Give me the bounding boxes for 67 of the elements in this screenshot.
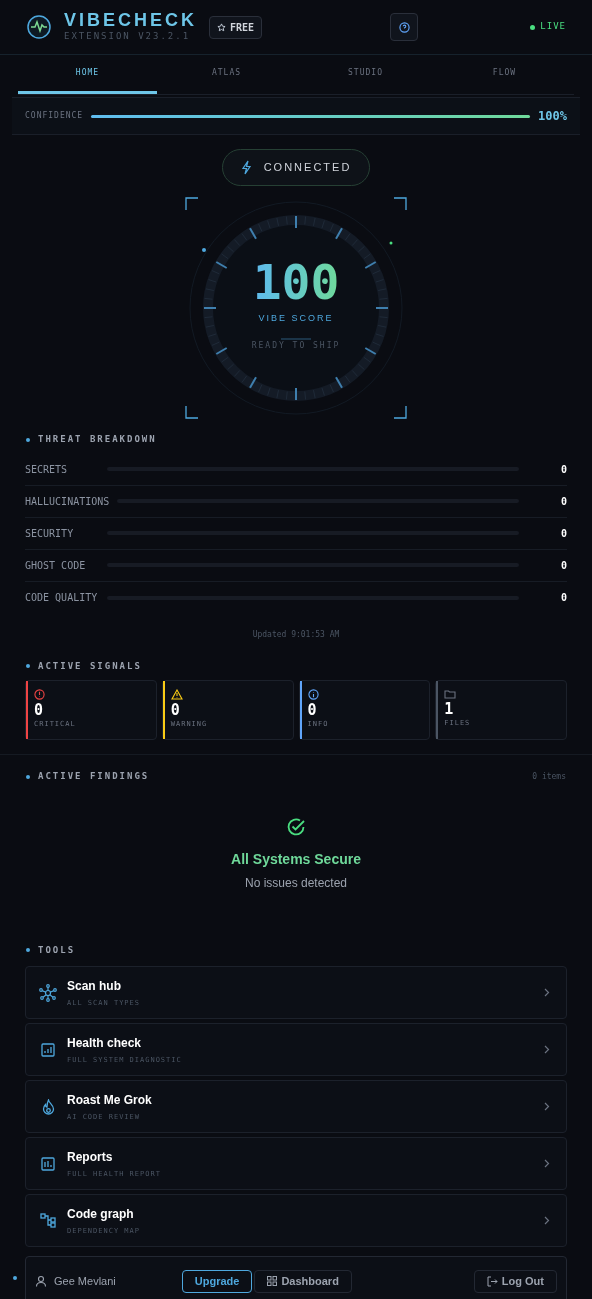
- section-title: ACTIVE SIGNALS: [38, 659, 142, 673]
- score-caption: READY TO SHIP: [251, 339, 341, 352]
- plan-badge: FREE: [209, 15, 263, 39]
- bar-chart-icon: [41, 1156, 55, 1171]
- findings-count: 0 items: [532, 770, 566, 783]
- help-button[interactable]: [390, 13, 419, 41]
- logout-icon: [486, 1275, 498, 1287]
- threat-count: 0: [559, 462, 567, 477]
- live-status: LIVE: [540, 20, 566, 34]
- tool-title: Roast Me Grok: [67, 1091, 153, 1109]
- folder-icon: [444, 689, 457, 699]
- section-title: THREAT BREAKDOWN: [38, 433, 157, 446]
- threat-count: 0: [559, 591, 567, 605]
- user-icon: [35, 1275, 47, 1287]
- nav-tab[interactable]: ATLAS: [157, 55, 296, 94]
- threat-label: SECRETS: [25, 462, 69, 477]
- chevron-right-icon: [544, 1045, 550, 1054]
- threat-label: CODE QUALITY: [25, 591, 99, 605]
- tool-title: Scan hub: [67, 977, 122, 995]
- updated-time: Updated 9:01:53 AM: [252, 629, 340, 639]
- threat-label: GHOST CODE: [25, 558, 87, 573]
- nav-tab[interactable]: STUDIO: [296, 55, 435, 94]
- app-title: VIBECHECK: [64, 10, 197, 31]
- logo-icon: [26, 14, 52, 40]
- chevron-right-icon: [544, 1159, 550, 1168]
- info-icon: [307, 689, 319, 700]
- hierarchy-icon: [40, 1213, 56, 1228]
- signal-count: 0: [170, 702, 181, 719]
- warning-icon: [170, 689, 183, 700]
- check-circle-icon: [286, 816, 306, 837]
- empty-state-title: All Systems Secure: [231, 849, 361, 869]
- chevron-right-icon: [544, 1216, 550, 1225]
- tool-title: Health check: [67, 1034, 143, 1052]
- alert-circle-icon: [34, 689, 45, 700]
- threat-count: 0: [559, 494, 567, 509]
- chevron-right-icon: [544, 1102, 550, 1111]
- version-text: EXTENSION V23.2.1: [64, 30, 192, 44]
- threat-label: SECURITY: [25, 526, 75, 541]
- grid-icon: [267, 1276, 278, 1286]
- section-title: ACTIVE FINDINGS: [38, 770, 150, 783]
- threat-count: 0: [559, 558, 567, 573]
- help-icon: [398, 21, 410, 33]
- confidence-value: 100%: [538, 108, 567, 125]
- section-title: TOOLS: [38, 943, 76, 957]
- chevron-right-icon: [544, 988, 550, 997]
- upgrade-button[interactable]: Upgrade: [181, 1269, 253, 1293]
- network-icon: [39, 983, 57, 1002]
- flame-icon: [41, 1098, 55, 1115]
- connection-status-button[interactable]: CONNECTED: [221, 149, 371, 186]
- nav-tab[interactable]: HOME: [18, 55, 157, 94]
- logout-button[interactable]: Log Out: [473, 1269, 557, 1293]
- empty-state-text: No issues detected: [244, 874, 348, 892]
- star-icon: [217, 22, 226, 32]
- lightning-icon: [240, 160, 252, 175]
- threat-label: HALLUCINATIONS: [25, 494, 110, 509]
- tool-title: Reports: [67, 1148, 114, 1166]
- signal-count: 1: [444, 701, 455, 718]
- chart-box-icon: [41, 1042, 55, 1057]
- confidence-label: CONFIDENCE: [25, 110, 84, 122]
- tool-title: Code graph: [67, 1205, 135, 1223]
- dashboard-button[interactable]: Dashboard: [254, 1269, 352, 1293]
- nav-tab[interactable]: FLOW: [435, 55, 574, 94]
- signal-count: 0: [34, 702, 45, 719]
- signal-count: 0: [307, 702, 318, 719]
- threat-count: 0: [559, 526, 567, 541]
- score-label: VIBE SCORE: [258, 312, 334, 325]
- user-name: Gee Mevlani: [54, 1273, 116, 1289]
